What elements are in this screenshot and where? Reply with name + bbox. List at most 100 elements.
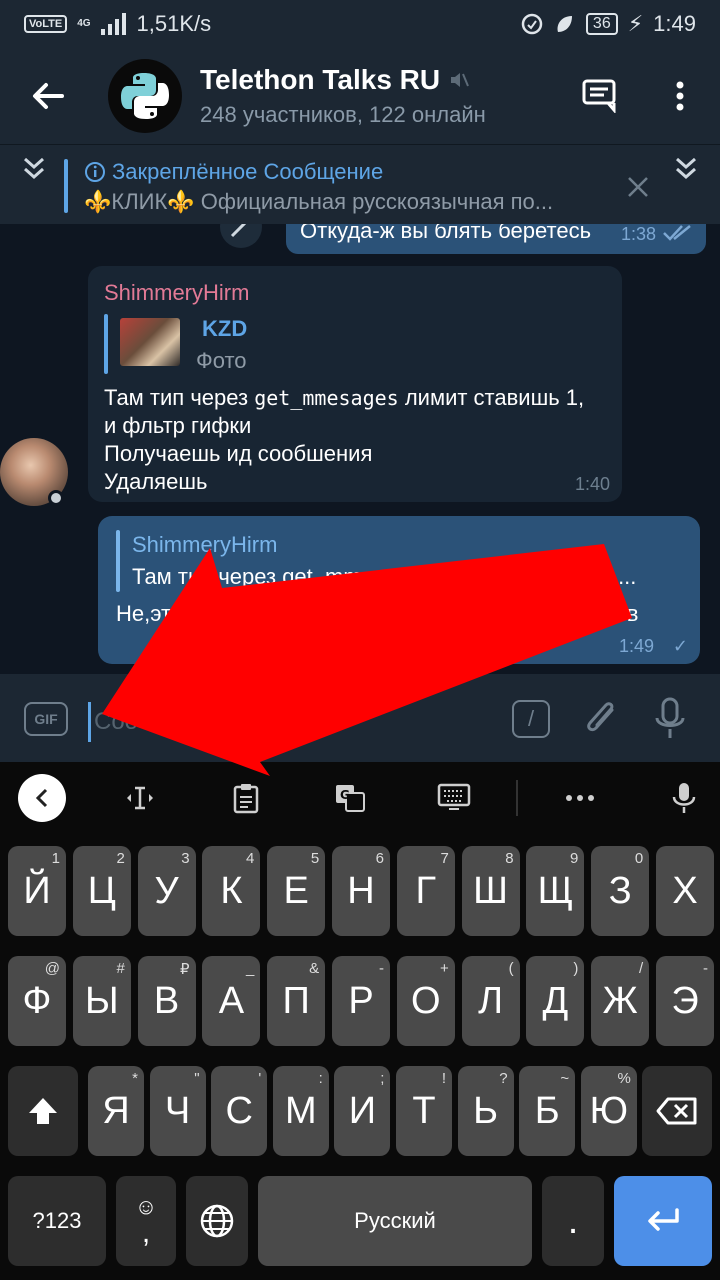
enter-key[interactable] xyxy=(614,1176,712,1266)
key-hint: _ xyxy=(246,960,255,977)
gif-button[interactable]: GIF xyxy=(24,702,68,736)
discussion-button[interactable] xyxy=(560,48,640,144)
key[interactable]: Р- xyxy=(332,956,390,1046)
close-icon[interactable] xyxy=(626,175,650,199)
network-speed: 1,51K/s xyxy=(136,11,212,36)
more-menu-button[interactable] xyxy=(640,48,720,144)
chevron-down-double-icon-right[interactable] xyxy=(672,155,700,183)
python-logo-icon xyxy=(121,73,169,119)
key[interactable]: С ' xyxy=(211,1066,268,1156)
key[interactable]: В ₽ xyxy=(137,956,196,1046)
group-avatar[interactable] xyxy=(108,59,182,133)
keyboard-layout-button[interactable] xyxy=(430,776,478,820)
language-key[interactable] xyxy=(186,1176,248,1266)
clipboard-button[interactable] xyxy=(222,776,270,820)
period-key[interactable]: . xyxy=(542,1176,604,1266)
space-key[interactable]: Русский xyxy=(258,1176,532,1266)
microphone-icon[interactable] xyxy=(650,696,690,742)
text-line: Удаляешь xyxy=(104,469,208,494)
key-label: Ю xyxy=(589,1089,628,1132)
key[interactable]: Щ9 xyxy=(526,846,585,936)
key[interactable]: Ы # xyxy=(72,956,131,1046)
outgoing-message[interactable]: Откуда-ж вы блять беретесь 1:38 xyxy=(286,224,706,254)
microphone-icon xyxy=(672,783,696,813)
key[interactable]: Э- xyxy=(656,956,714,1046)
shift-key[interactable] xyxy=(8,1066,78,1156)
key[interactable]: А _ xyxy=(202,956,261,1046)
key[interactable]: Д) xyxy=(526,956,585,1046)
chat-title-area[interactable]: Telethon Talks RU 248 участников, 122 он… xyxy=(200,64,560,128)
key[interactable]: И; xyxy=(334,1066,391,1156)
key[interactable]: Т! xyxy=(396,1066,452,1156)
clipboard-icon xyxy=(233,784,259,814)
paperclip-icon[interactable] xyxy=(582,696,622,740)
message-author[interactable]: ShimmeryHirm xyxy=(104,280,249,306)
symbols-key[interactable]: ?123 xyxy=(8,1176,106,1266)
key-hint: 6 xyxy=(375,850,384,867)
key[interactable]: Б ~ xyxy=(519,1066,576,1156)
message-list[interactable]: Откуда-ж вы блять беретесь 1:38 Shimmery… xyxy=(0,224,720,674)
key[interactable]: Ж / xyxy=(591,956,650,1046)
keyboard-collapse-button[interactable] xyxy=(18,774,66,822)
message-text: Не,это гифки не в чате, а от определенны… xyxy=(116,601,639,626)
key-hint: 8 xyxy=(505,850,514,867)
chevron-down-double-icon[interactable] xyxy=(20,155,48,183)
translate-button[interactable]: G xyxy=(326,776,374,820)
key-hint: ) xyxy=(573,960,579,977)
outgoing-message[interactable]: ShimmeryHirm Там тип через get_mmesages … xyxy=(98,516,700,664)
chat-bubbles-icon xyxy=(582,79,616,113)
key-label: У xyxy=(154,869,179,912)
key[interactable]: Х xyxy=(656,846,714,936)
message-input[interactable]: Сообщение xyxy=(94,708,225,736)
key[interactable]: Я * xyxy=(88,1066,144,1156)
key[interactable]: З0 xyxy=(591,846,650,936)
key-label: Б xyxy=(534,1089,560,1132)
key-label: Щ xyxy=(537,869,574,912)
bot-commands-button[interactable]: / xyxy=(512,700,550,738)
reply-photo-thumbnail xyxy=(120,318,180,366)
key[interactable]: Г7 xyxy=(396,846,455,936)
more-horizontal-icon xyxy=(566,795,594,801)
chevron-left-icon xyxy=(35,788,48,808)
key[interactable]: П & xyxy=(267,956,326,1046)
key[interactable]: К4 xyxy=(202,846,261,936)
incoming-message[interactable]: ShimmeryHirm KZD Фото Там тип через get_… xyxy=(88,266,622,502)
key[interactable]: У3 xyxy=(137,846,196,936)
key-label: Р xyxy=(348,979,374,1022)
key-hint: @ xyxy=(44,960,60,977)
backspace-key[interactable] xyxy=(642,1066,712,1156)
key-hint: 7 xyxy=(440,850,449,867)
muted-icon xyxy=(451,73,470,87)
more-options-button[interactable] xyxy=(556,776,604,820)
key-hint: ! xyxy=(441,1070,446,1087)
key[interactable]: Й1 xyxy=(8,846,66,936)
pinned-message-bar[interactable]: Закреплённое Сообщение ⚜️КЛИК⚜️ Официаль… xyxy=(0,144,720,224)
key[interactable]: Е5 xyxy=(267,846,326,936)
reply-accent-bar xyxy=(104,314,108,374)
double-check-icon xyxy=(663,225,691,241)
key[interactable]: Ч " xyxy=(149,1066,206,1156)
voice-input-button[interactable] xyxy=(660,776,708,820)
pinned-accent-bar xyxy=(64,159,68,213)
back-button[interactable] xyxy=(0,48,96,144)
text-segment: Там тип через xyxy=(104,385,255,410)
keyboard-icon xyxy=(437,783,471,810)
key-label: С xyxy=(225,1089,253,1132)
key[interactable]: Ю% xyxy=(580,1066,637,1156)
emoji-comma-key[interactable]: ☺ , xyxy=(116,1176,176,1266)
key[interactable]: Ф @ xyxy=(8,956,66,1046)
key-hint: 0 xyxy=(634,850,644,867)
key[interactable]: Ь? xyxy=(457,1066,514,1156)
share-button[interactable] xyxy=(220,224,262,248)
battery-icon: 36 xyxy=(585,13,618,35)
key[interactable]: Н6 xyxy=(332,846,390,936)
key[interactable]: О + xyxy=(396,956,455,1046)
cursor-control-button[interactable] xyxy=(116,776,164,820)
key[interactable]: Л( xyxy=(461,956,520,1046)
network-type: 4G xyxy=(77,18,91,29)
soft-keyboard: G Й 1 Ц 2 У 3 К 4 Е 5 Н 6 Г 7 Ш 8 Щ 9 З 0 Х Ф @ Ы # В ₽ А _ П & Р - О + Л(Д… xyxy=(0,762,720,1280)
key[interactable]: Ц2 xyxy=(72,846,131,936)
key[interactable]: Ш8 xyxy=(461,846,520,936)
key[interactable]: М: xyxy=(272,1066,329,1156)
key-label: Д xyxy=(542,979,569,1022)
